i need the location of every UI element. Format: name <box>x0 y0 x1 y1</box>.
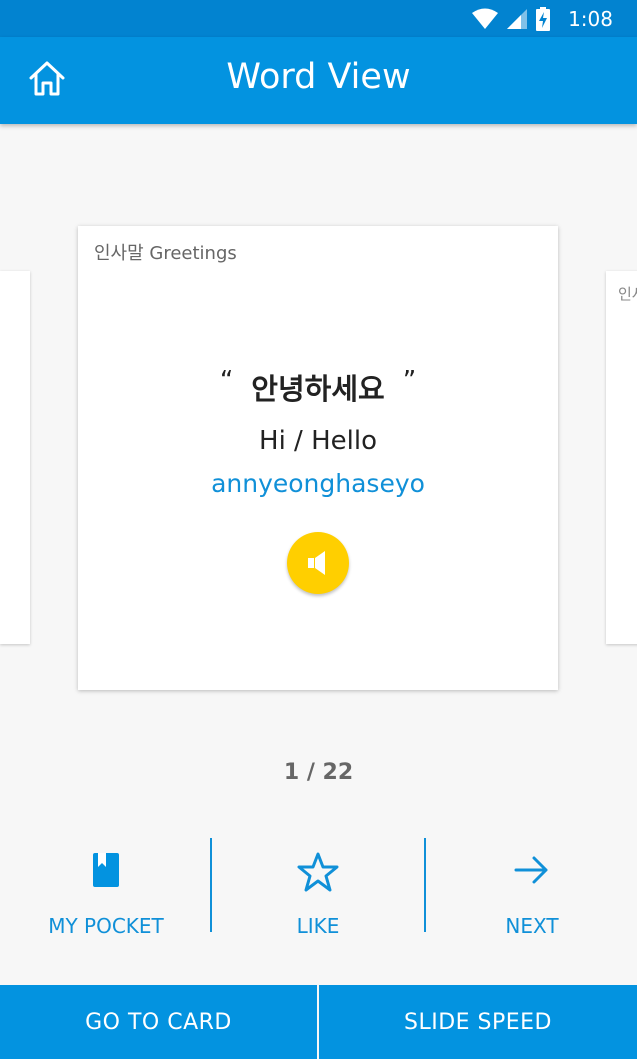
open-quote: “ <box>219 366 234 396</box>
battery-charging-icon <box>536 6 551 31</box>
star-icon <box>297 852 339 892</box>
my-pocket-label: MY POCKET <box>48 914 164 938</box>
close-quote: ” <box>402 366 417 396</box>
word-card[interactable]: 인사말 Greetings “ 안녕하세요 ” Hi / Hello annyeon… <box>78 226 558 690</box>
status-icons: 1:08 <box>472 6 613 31</box>
go-to-card-button[interactable]: GO TO CARD <box>0 985 317 1059</box>
bookmark-icon <box>93 853 119 887</box>
app-bar: Word View <box>0 37 637 124</box>
status-time: 1:08 <box>568 6 613 31</box>
speaker-icon <box>308 551 325 575</box>
next-card-category: 인사말 <box>618 285 637 303</box>
next-card-peek[interactable]: 인사말 <box>606 271 637 644</box>
page-title: Word View <box>226 57 411 97</box>
slide-speed-button[interactable]: SLIDE SPEED <box>319 985 637 1059</box>
status-bar: 1:08 <box>0 0 637 37</box>
arrow-right-icon <box>514 856 548 884</box>
slide-speed-label: SLIDE SPEED <box>403 1009 553 1035</box>
go-to-card-label: GO TO CARD <box>85 1009 232 1035</box>
wifi-icon <box>472 8 499 29</box>
page-counter: 1 / 22 <box>283 760 354 785</box>
previous-card-peek[interactable] <box>0 271 30 644</box>
card-category: 인사말 Greetings <box>94 243 237 264</box>
korean-word: 안녕하세요 <box>251 372 385 406</box>
cell-signal-icon <box>507 8 528 29</box>
next-button[interactable]: NEXT <box>426 840 637 940</box>
play-audio-button[interactable] <box>287 532 349 594</box>
word-meaning: Hi / Hello <box>259 426 377 456</box>
like-button[interactable]: LIKE <box>212 840 424 940</box>
word-line: “ 안녕하세요 ” <box>78 366 558 408</box>
next-label: NEXT <box>505 914 559 938</box>
word-romanization: annyeonghaseyo <box>211 469 425 498</box>
my-pocket-button[interactable]: MY POCKET <box>0 840 212 940</box>
like-label: LIKE <box>296 914 340 938</box>
